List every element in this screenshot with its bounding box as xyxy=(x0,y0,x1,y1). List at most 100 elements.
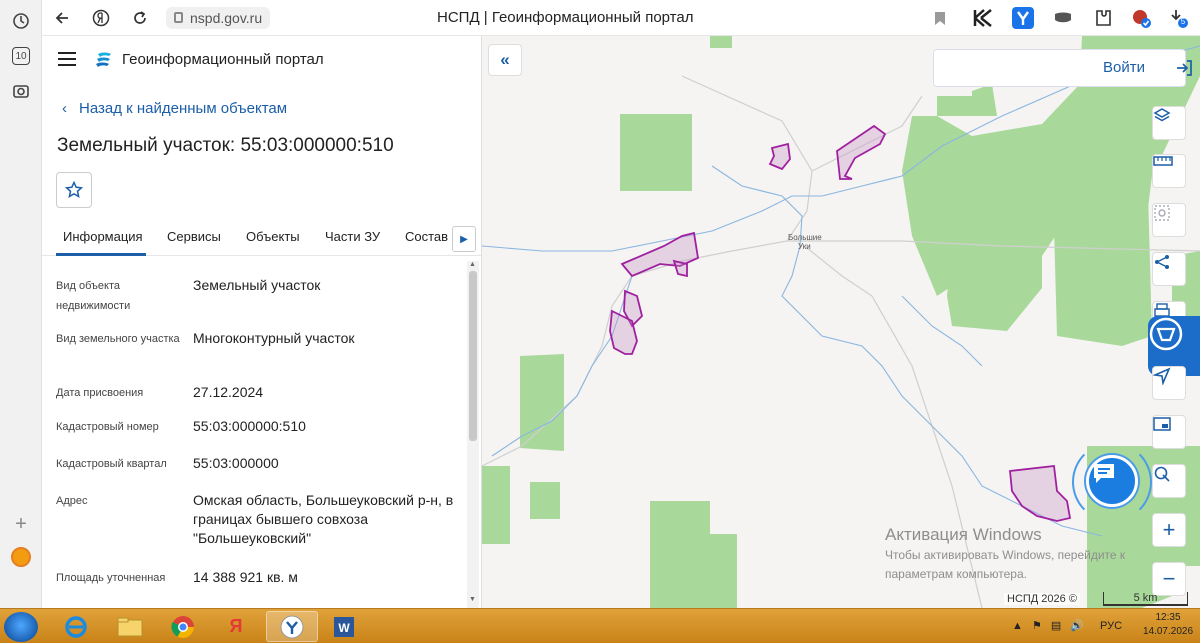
chevron-right-icon: ▶ xyxy=(460,233,468,245)
back-link-label: Назад к найденным объектам xyxy=(79,100,288,117)
word-icon[interactable]: W xyxy=(318,611,370,642)
attribute-value: 55:03:000000 xyxy=(193,455,279,471)
map-canvas[interactable]: Большие Уки « Войти + − Активация Window… xyxy=(482,36,1200,608)
clock-time: 12:35 xyxy=(1155,612,1181,623)
network-icon[interactable]: ▤ xyxy=(1051,620,1061,632)
menu-icon[interactable] xyxy=(58,52,76,66)
svg-text:W: W xyxy=(338,621,350,635)
attribute-label: Площадь уточненная xyxy=(56,572,166,584)
back-arrow-icon[interactable] xyxy=(50,6,74,30)
chat-icon xyxy=(1094,464,1114,483)
attribute-value: 14 388 921 кв. м xyxy=(193,569,298,585)
minimap-button[interactable] xyxy=(1152,415,1186,449)
watermark-text: параметрам компьютера. xyxy=(885,567,1027,581)
tab-objects[interactable]: Объекты xyxy=(246,229,300,244)
flag-icon[interactable]: ⚑ xyxy=(1032,620,1042,632)
reader-extension-icon[interactable] xyxy=(1052,7,1074,29)
select-area-icon xyxy=(1154,205,1170,221)
language-indicator[interactable]: РУС xyxy=(1100,620,1122,632)
url-text: nspd.gov.ru xyxy=(190,10,263,26)
portal-logo-icon xyxy=(94,50,114,70)
zoom-in-icon: + xyxy=(1162,517,1176,542)
geolocation-button[interactable] xyxy=(1152,464,1186,498)
yandex-browser-icon[interactable] xyxy=(266,611,318,642)
clock[interactable]: 12:35 14.07.2026 xyxy=(1140,611,1196,639)
yandex-logo-icon[interactable] xyxy=(89,6,113,30)
tray-arrow-icon[interactable]: ▲ xyxy=(1012,620,1023,632)
ruler-button[interactable] xyxy=(1152,154,1186,188)
scale-bar: 5 km xyxy=(1103,592,1188,606)
volume-icon[interactable]: 🔊 xyxy=(1070,620,1084,632)
place-label: Большие xyxy=(788,233,822,242)
scrollbar-thumb[interactable] xyxy=(469,271,477,441)
chat-button[interactable] xyxy=(1086,455,1138,507)
downloads-count: 5 xyxy=(1180,17,1186,26)
bookmark-icon[interactable] xyxy=(928,6,952,30)
place-label: Уки xyxy=(798,242,811,251)
attribute-label: Вид земельного участка xyxy=(56,333,180,345)
select-area-button[interactable] xyxy=(1152,203,1186,237)
windows-activation-watermark: Активация Windows Чтобы активировать Win… xyxy=(885,525,1125,583)
scale-label: 5 km xyxy=(1133,592,1158,604)
chevron-left-icon: ‹ xyxy=(62,100,67,117)
tabs-next-button[interactable]: ▶ xyxy=(452,226,476,252)
tab-composition[interactable]: Состав xyxy=(405,229,448,244)
collapse-panel-button[interactable]: « xyxy=(488,44,522,76)
scroll-up-icon[interactable]: ▲ xyxy=(469,261,476,268)
attribute-label: Кадастровый номер xyxy=(56,421,159,433)
ie-icon[interactable] xyxy=(50,611,102,642)
minimap-icon xyxy=(1153,417,1171,431)
ruler-icon xyxy=(1153,156,1173,166)
puzzle-extension-icon[interactable] xyxy=(1092,7,1114,29)
tab-parts[interactable]: Части ЗУ xyxy=(325,229,380,244)
zoom-out-button[interactable]: − xyxy=(1152,562,1186,596)
reload-icon[interactable] xyxy=(128,6,152,30)
tabs-count: 10 xyxy=(12,47,30,65)
attribute-value: Омская область, Большеуковский р-н, в гр… xyxy=(193,492,454,546)
history-icon[interactable] xyxy=(9,9,33,33)
tab-services[interactable]: Сервисы xyxy=(167,229,221,244)
chrome-icon[interactable] xyxy=(157,611,209,642)
explorer-icon[interactable] xyxy=(104,611,156,642)
translate-extension-icon[interactable] xyxy=(1012,7,1034,29)
attribute-value: 27.12.2024 xyxy=(193,384,264,400)
tab-information[interactable]: Информация xyxy=(63,229,143,244)
kinopoisk-extension-icon[interactable] xyxy=(972,7,994,29)
zoom-in-button[interactable]: + xyxy=(1152,513,1186,547)
yandex-panel-icon[interactable] xyxy=(9,545,33,569)
forest-areas xyxy=(482,36,1200,608)
attribute-value: Многоконтурный участок xyxy=(193,330,355,346)
screenshot-icon[interactable] xyxy=(9,79,33,103)
info-tabs: Информация Сервисы Объекты Части ЗУ Сост… xyxy=(42,222,481,256)
adblock-extension-icon[interactable] xyxy=(1130,7,1152,29)
layers-icon xyxy=(1153,108,1171,122)
navigate-button[interactable] xyxy=(1152,366,1186,400)
star-icon xyxy=(65,181,83,198)
favorite-button[interactable] xyxy=(56,172,92,208)
start-button[interactable] xyxy=(4,612,38,642)
panel-scrollbar[interactable]: ▲ ▼ xyxy=(467,261,479,608)
active-tab-indicator xyxy=(56,253,146,256)
attribute-value: 55:03:000000:510 xyxy=(193,418,306,434)
share-icon xyxy=(1155,255,1169,269)
info-panel: Геоинформационный портал ‹ Назад к найден… xyxy=(42,36,482,608)
map-copyright: НСПД 2026 © xyxy=(1004,593,1080,605)
screen: 10 + nspd.gov.ru НСПД | Геоинформационны… xyxy=(0,0,1200,643)
layers-button[interactable] xyxy=(1152,106,1186,140)
login-button[interactable]: Войти xyxy=(933,49,1192,87)
tabs-counter-icon[interactable]: 10 xyxy=(9,44,33,68)
double-chevron-left-icon: « xyxy=(500,50,510,69)
browser-sidebar: 10 + xyxy=(0,0,42,608)
address-bar[interactable]: nspd.gov.ru xyxy=(166,7,271,29)
clock-date: 14.07.2026 xyxy=(1142,626,1194,637)
add-icon[interactable]: + xyxy=(9,512,33,536)
back-to-results-link[interactable]: ‹ Назад к найденным объектам xyxy=(62,100,287,117)
attribute-label: Кадастровый квартал xyxy=(56,458,167,470)
system-tray: ▲ ⚑ ▤ 🔊 xyxy=(1012,619,1084,632)
portal-name[interactable]: Геоинформационный портал xyxy=(122,51,324,68)
attribute-label: Дата присвоения xyxy=(56,387,144,399)
yandex-icon[interactable]: Я xyxy=(210,611,262,642)
downloads-icon[interactable]: 5 xyxy=(1168,7,1190,29)
share-button[interactable] xyxy=(1152,252,1186,286)
scroll-down-icon[interactable]: ▼ xyxy=(469,596,476,603)
